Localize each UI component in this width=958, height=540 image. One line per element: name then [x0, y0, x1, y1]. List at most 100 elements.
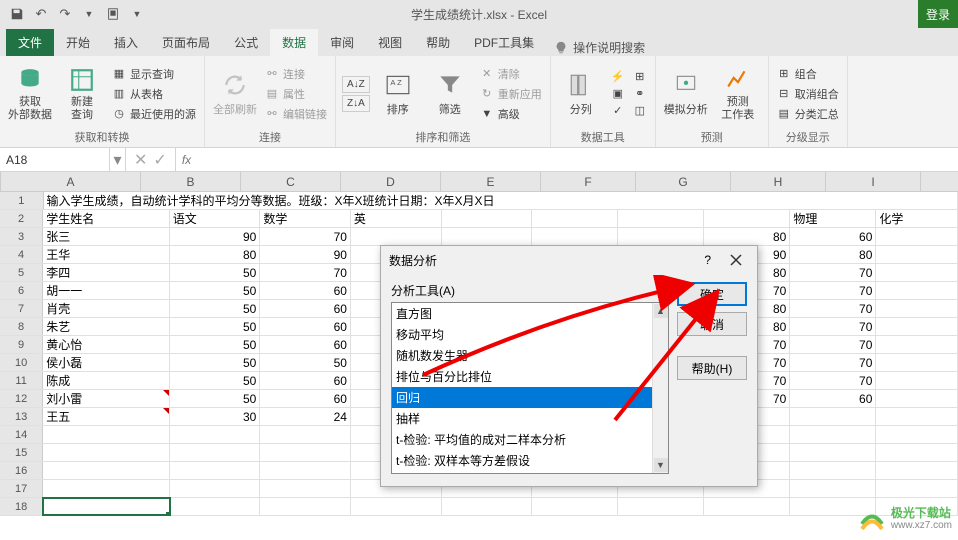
cell[interactable] — [43, 444, 170, 461]
cell[interactable]: 80 — [170, 246, 261, 263]
cell[interactable] — [618, 228, 704, 245]
cell[interactable] — [618, 498, 704, 515]
list-item[interactable]: 回归 — [392, 387, 652, 408]
cell[interactable] — [532, 498, 618, 515]
dialog-help-icon[interactable]: ? — [704, 253, 711, 267]
cell[interactable]: 60 — [260, 372, 351, 389]
cell[interactable]: 王五 — [43, 408, 170, 425]
qat-dropdown-icon[interactable]: ▼ — [78, 3, 100, 25]
cell[interactable]: 黄心怡 — [43, 336, 170, 353]
cell[interactable]: 李四 — [43, 264, 170, 281]
cell[interactable]: 输入学生成绩，自动统计学科的平均分等数据。班级：X年X班统计日期：X年X月X日 — [44, 192, 958, 209]
tab-view[interactable]: 视图 — [366, 29, 414, 56]
cell[interactable] — [790, 426, 876, 443]
cell[interactable]: 80 — [790, 246, 876, 263]
row-header[interactable]: 8 — [0, 318, 43, 335]
cell[interactable]: 胡一一 — [43, 282, 170, 299]
cell[interactable]: 王华 — [43, 246, 170, 263]
col-header-F[interactable]: F — [541, 172, 636, 191]
cell[interactable] — [704, 498, 790, 515]
row-header[interactable]: 11 — [0, 372, 43, 389]
dialog-titlebar[interactable]: 数据分析 ? — [381, 246, 757, 274]
cell[interactable] — [876, 318, 958, 335]
cancel-button[interactable]: 取消 — [677, 312, 747, 336]
col-header-H[interactable]: H — [731, 172, 826, 191]
from-table-item[interactable]: ▥从表格 — [110, 85, 198, 103]
list-item[interactable]: 移动平均 — [392, 324, 652, 345]
forecast-sheet-button[interactable]: 预测 工作表 — [714, 59, 762, 128]
cell[interactable] — [790, 480, 876, 497]
cell[interactable]: 70 — [790, 300, 876, 317]
cell[interactable]: 数学 — [260, 210, 351, 227]
cell[interactable] — [442, 210, 533, 227]
cell[interactable]: 70 — [790, 354, 876, 371]
row-header[interactable]: 2 — [0, 210, 43, 227]
cell[interactable]: 陈成 — [43, 372, 170, 389]
tab-help[interactable]: 帮助 — [414, 29, 462, 56]
cell[interactable]: 60 — [260, 390, 351, 407]
tab-pdf[interactable]: PDF工具集 — [462, 29, 546, 56]
cell[interactable] — [876, 246, 958, 263]
cell[interactable]: 60 — [790, 228, 876, 245]
cell[interactable] — [351, 498, 442, 515]
cell[interactable] — [260, 462, 351, 479]
filter-button[interactable]: 筛选 — [426, 59, 474, 128]
cell[interactable] — [876, 390, 958, 407]
col-header-I[interactable]: I — [826, 172, 921, 191]
cell[interactable]: 70 — [260, 228, 351, 245]
sort-desc-button[interactable]: Z↓A — [342, 95, 370, 112]
cell[interactable] — [876, 372, 958, 389]
cell[interactable] — [43, 426, 170, 443]
cell[interactable] — [790, 462, 876, 479]
row-header[interactable]: 7 — [0, 300, 43, 317]
list-item[interactable]: t-检验: 双样本异方差假设 — [392, 471, 652, 473]
cell[interactable]: 90 — [260, 246, 351, 263]
namebox-dropdown-icon[interactable]: ▾ — [110, 148, 126, 171]
cell[interactable] — [170, 462, 261, 479]
sort-button[interactable]: A Z排序 — [374, 59, 422, 128]
cell[interactable] — [876, 444, 958, 461]
cell[interactable]: 张三 — [43, 228, 170, 245]
cell[interactable] — [876, 408, 958, 425]
cell[interactable]: 肖壳 — [43, 300, 170, 317]
ok-button[interactable]: 确定 — [677, 282, 747, 306]
cell[interactable]: 50 — [260, 354, 351, 371]
cell[interactable]: 50 — [170, 390, 261, 407]
new-query-button[interactable]: 新建 查询 — [58, 59, 106, 128]
cell[interactable] — [532, 210, 618, 227]
login-button[interactable]: 登录 — [918, 0, 958, 28]
cell[interactable] — [170, 480, 261, 497]
row-header[interactable]: 18 — [0, 498, 43, 515]
validation-item[interactable]: ✓ — [609, 103, 627, 119]
cell[interactable]: 50 — [170, 282, 261, 299]
col-header-G[interactable]: G — [636, 172, 731, 191]
row-header[interactable]: 4 — [0, 246, 43, 263]
row-header[interactable]: 16 — [0, 462, 43, 479]
cell[interactable] — [260, 426, 351, 443]
tab-layout[interactable]: 页面布局 — [150, 29, 222, 56]
row-header[interactable]: 17 — [0, 480, 43, 497]
name-box[interactable]: A18 — [0, 148, 110, 171]
fx-icon[interactable]: fx — [176, 153, 191, 167]
row-header[interactable]: 9 — [0, 336, 43, 353]
cell[interactable]: 英 — [351, 210, 442, 227]
relationships-item[interactable]: ⚭ — [631, 86, 649, 102]
cell[interactable] — [43, 498, 170, 515]
cell[interactable] — [790, 444, 876, 461]
cell[interactable]: 60 — [260, 318, 351, 335]
cell[interactable] — [876, 480, 958, 497]
tell-me-search[interactable]: 操作说明搜索 — [554, 39, 645, 56]
cell[interactable] — [260, 498, 351, 515]
help-button[interactable]: 帮助(H) — [677, 356, 747, 380]
touch-mode-icon[interactable] — [102, 3, 124, 25]
properties-item[interactable]: ▤属性 — [263, 85, 329, 103]
cell[interactable]: 50 — [170, 318, 261, 335]
cell[interactable] — [876, 426, 958, 443]
tab-data[interactable]: 数据 — [270, 29, 318, 56]
cell[interactable]: 50 — [170, 372, 261, 389]
cell[interactable]: 物理 — [790, 210, 876, 227]
cell[interactable]: 90 — [170, 228, 261, 245]
get-external-data-button[interactable]: 获取 外部数据 — [6, 59, 54, 128]
cell[interactable] — [170, 498, 261, 515]
cell[interactable] — [442, 498, 533, 515]
